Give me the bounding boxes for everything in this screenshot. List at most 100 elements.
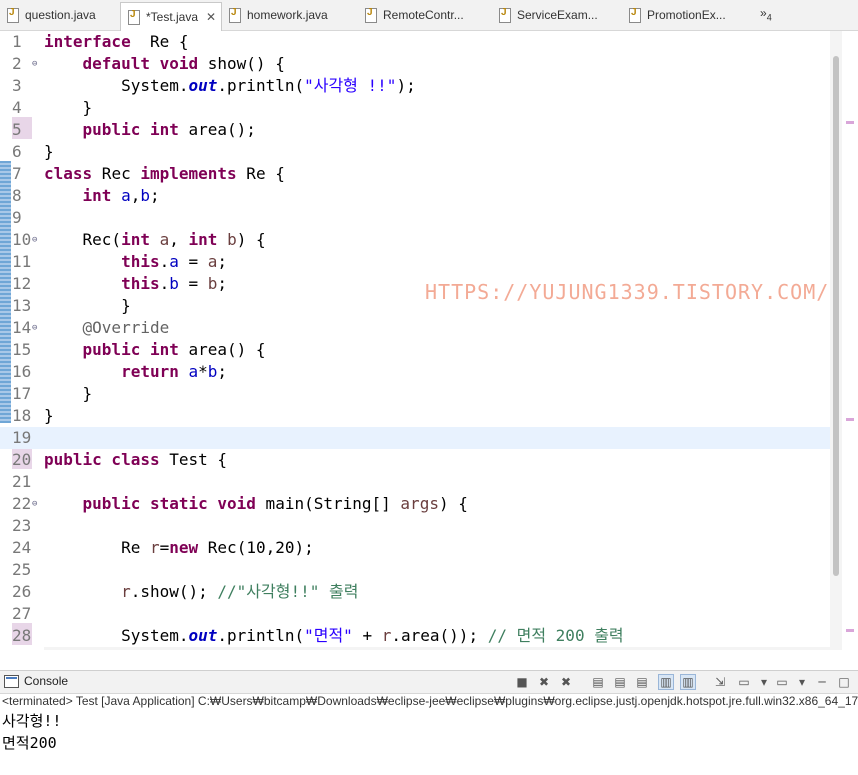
fold-toggle-icon[interactable]: ⊖ <box>32 317 37 339</box>
code-text: } <box>44 295 131 317</box>
console-tab[interactable]: Console <box>4 674 68 688</box>
new-console-menu-icon[interactable]: ▾ <box>794 674 810 690</box>
editor-tab[interactable]: ServiceExam... <box>492 4 620 26</box>
code-line[interactable]: 26 r.show(); //"사각형!!" 출력 <box>0 581 830 603</box>
code-line[interactable]: 24 Re r=new Rec(10,20); <box>0 537 830 559</box>
code-token: = <box>159 538 170 557</box>
code-token: ; <box>217 362 228 381</box>
scroll-left-arrow-icon[interactable]: ◀ <box>46 649 53 650</box>
tab-overflow-button[interactable]: »4 <box>760 6 772 22</box>
editor-tab[interactable]: PromotionEx... <box>622 4 752 26</box>
pin-console-icon[interactable]: ⇲ <box>712 674 728 690</box>
show-on-stderr-icon[interactable]: ▥ <box>680 674 696 690</box>
code-token: main(String[] <box>255 494 401 513</box>
code-line[interactable]: 4 } <box>0 97 830 119</box>
code-token: ; <box>217 252 228 271</box>
console-output[interactable]: 사각형!! 면적200 <box>0 712 858 775</box>
code-text: public class Test { <box>44 449 227 471</box>
line-number: 13 <box>12 296 32 315</box>
code-line[interactable]: 11 this.a = a; <box>0 251 830 273</box>
close-tab-icon[interactable]: ✕ <box>206 10 216 24</box>
overview-marker[interactable] <box>846 629 854 632</box>
code-line[interactable]: 19 <box>0 427 830 449</box>
code-line[interactable]: 5 public int area(); <box>0 119 830 141</box>
fold-toggle-icon[interactable]: ⊖ <box>32 53 37 75</box>
code-line[interactable]: 15 public int area() { <box>0 339 830 361</box>
code-line[interactable]: 27 <box>0 603 830 625</box>
code-line[interactable]: 17 } <box>0 383 830 405</box>
code-line[interactable]: 22 ⊖ public static void main(String[] arg… <box>0 493 830 515</box>
line-number: 28 <box>12 626 32 645</box>
terminate-icon[interactable]: ■ <box>514 674 530 690</box>
code-line[interactable]: 23 <box>0 515 830 537</box>
code-line[interactable]: 6} <box>0 141 830 163</box>
code-token: ; <box>217 274 228 293</box>
code-token: = <box>178 274 208 293</box>
code-text: public int area() { <box>44 339 266 361</box>
code-line[interactable]: 7 class Rec implements Re { <box>0 163 830 185</box>
scroll-right-arrow-icon[interactable]: ▶ <box>815 649 822 650</box>
maximize-icon[interactable]: □ <box>836 674 852 690</box>
code-editor[interactable]: 1 interface Re {2 ⊖ default void show() {3… <box>0 31 858 650</box>
code-line[interactable]: 18} <box>0 405 830 427</box>
editor-tab[interactable]: *Test.java ✕ <box>120 2 222 31</box>
minimize-icon[interactable]: ─ <box>814 674 830 690</box>
horizontal-scrollbar[interactable] <box>44 647 830 650</box>
code-line[interactable]: 28 System.out.println("면적" + r.area()); … <box>0 625 830 647</box>
show-on-stdout-icon[interactable]: ▥ <box>658 674 674 690</box>
code-token: Rec(10,20); <box>198 538 314 557</box>
code-line[interactable]: 16 return a*b; <box>0 361 830 383</box>
clear-console-icon[interactable]: ▤ <box>590 674 606 690</box>
code-text: interface Re { <box>44 31 189 53</box>
code-line[interactable]: 8 int a,b; <box>0 185 830 207</box>
fold-toggle-icon[interactable]: ⊖ <box>32 493 37 515</box>
overview-marker[interactable] <box>846 121 854 124</box>
code-token: this <box>121 274 160 293</box>
java-file-icon <box>364 7 378 23</box>
code-text: class Rec implements Re { <box>44 163 285 185</box>
word-wrap-icon[interactable]: ▤ <box>634 674 650 690</box>
editor-tab-label: *Test.java <box>146 10 199 24</box>
code-token: a <box>169 252 179 271</box>
line-number: 6 <box>12 142 22 161</box>
vertical-scroll-thumb[interactable] <box>833 56 839 576</box>
code-line[interactable]: 3 System.out.println("사각형 !!"); <box>0 75 830 97</box>
line-number: 18 <box>12 406 32 425</box>
remove-launch-icon[interactable]: ✖ <box>536 674 552 690</box>
display-console-icon[interactable]: ▭ <box>736 674 752 690</box>
blog-watermark: HTTPS://YUJUNG1339.TISTORY.COM/ <box>425 280 830 304</box>
display-console-menu-icon[interactable]: ▾ <box>756 674 772 690</box>
line-number: 24 <box>12 538 32 557</box>
new-console-icon[interactable]: ▭ <box>774 674 790 690</box>
fold-toggle-icon[interactable]: ⊖ <box>32 229 37 251</box>
code-line[interactable]: 25 <box>0 559 830 581</box>
java-file-icon <box>6 7 20 23</box>
overview-marker[interactable] <box>846 418 854 421</box>
editor-tab[interactable]: homework.java <box>222 4 352 26</box>
code-line[interactable]: 1 interface Re { <box>0 31 830 53</box>
line-number: 26 <box>12 582 32 601</box>
editor-tab[interactable]: question.java <box>0 4 110 26</box>
editor-tab-label: PromotionEx... <box>647 8 726 22</box>
line-number: 7 <box>12 164 22 183</box>
code-line[interactable]: 9 <box>0 207 830 229</box>
line-number: 17 <box>12 384 32 403</box>
line-number: 8 <box>12 186 22 205</box>
code-text: } <box>44 97 93 119</box>
code-token: , <box>169 230 189 249</box>
line-number: 16 <box>12 362 32 381</box>
code-token: args <box>400 494 439 513</box>
code-line[interactable]: 20 public class Test { <box>0 449 830 471</box>
code-token: r <box>149 538 160 557</box>
scroll-lock-icon[interactable]: ▤ <box>612 674 628 690</box>
code-text: int a,b; <box>44 185 160 207</box>
remove-all-icon[interactable]: ✖ <box>558 674 574 690</box>
code-line[interactable]: 21 <box>0 471 830 493</box>
editor-tab-label: question.java <box>25 8 96 22</box>
code-line[interactable]: 10 ⊖ Rec(int a, int b) { <box>0 229 830 251</box>
code-line[interactable]: 14 ⊖ @Override <box>0 317 830 339</box>
code-line[interactable]: 2 ⊖ default void show() { <box>0 53 830 75</box>
editor-tab[interactable]: RemoteContr... <box>358 4 488 26</box>
